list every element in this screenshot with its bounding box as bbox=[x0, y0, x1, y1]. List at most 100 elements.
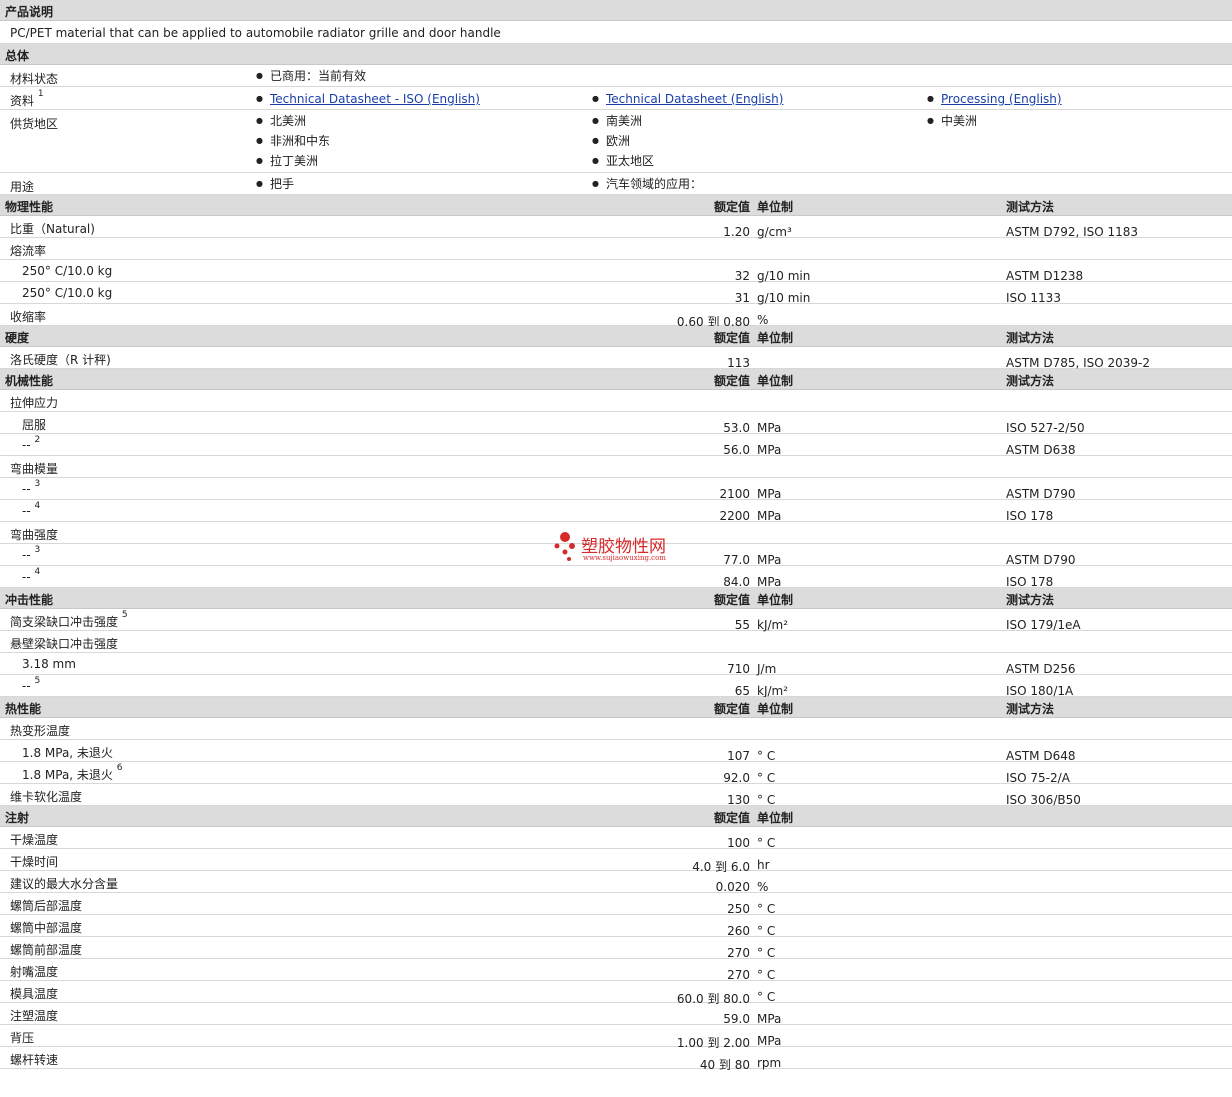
property-value: 113 bbox=[727, 356, 750, 370]
property-unit: ° C bbox=[757, 968, 776, 982]
header-method: 测试方法 bbox=[1006, 200, 1055, 214]
property-row: -- 4 84.0 MPa ISO 178 bbox=[0, 566, 1232, 589]
property-name: 模具温度 bbox=[10, 987, 59, 1001]
property-row: 干燥温度 100 ° C bbox=[0, 827, 1232, 850]
property-unit: % bbox=[757, 313, 769, 327]
documents-label: 资料 1 bbox=[10, 89, 44, 108]
property-unit: kJ/m² bbox=[757, 618, 789, 632]
property-unit: ° C bbox=[757, 771, 776, 785]
header-unit: 单位制 bbox=[757, 374, 794, 388]
property-row: 螺筒前部温度 270 ° C bbox=[0, 937, 1232, 960]
property-row: 洛氏硬度（R 计秤) 113 ASTM D785, ISO 2039-2 bbox=[0, 347, 1232, 370]
property-name: 维卡软化温度 bbox=[10, 790, 83, 804]
header-value: 额定值 bbox=[713, 811, 750, 825]
property-method: ISO 178 bbox=[1006, 575, 1054, 589]
property-row: 射嘴温度 270 ° C bbox=[0, 959, 1232, 982]
supply-region-label: 供货地区 bbox=[10, 117, 59, 131]
property-unit: g/cm³ bbox=[757, 225, 792, 239]
property-method: ASTM D785, ISO 2039-2 bbox=[1006, 356, 1151, 370]
doc-link-datasheet[interactable]: Technical Datasheet (English) bbox=[606, 92, 783, 106]
property-row: 熔流率 bbox=[0, 238, 1232, 260]
property-name: -- 4 bbox=[22, 567, 41, 584]
property-unit: MPa bbox=[757, 487, 782, 501]
material-status-row: 材料状态 已商用：当前有效 bbox=[0, 65, 1232, 87]
property-method: ASTM D1238 bbox=[1006, 269, 1084, 283]
property-row: 模具温度 60.0 到 80.0 ° C bbox=[0, 981, 1232, 1006]
section-title: 热性能 bbox=[5, 702, 42, 716]
watermark-logo: 塑胶物性网 www.sujiaowuxing.com bbox=[553, 532, 683, 564]
property-name: 干燥温度 bbox=[10, 833, 59, 847]
property-value: 270 bbox=[727, 946, 750, 960]
property-unit: MPa bbox=[757, 1012, 782, 1026]
doc-link-iso-datasheet[interactable]: Technical Datasheet - ISO (English) bbox=[270, 92, 480, 106]
property-row: 1.8 MPa, 未退火 6 92.0 ° C ISO 75-2/A bbox=[0, 762, 1232, 785]
property-name: 螺筒后部温度 bbox=[10, 899, 83, 913]
property-name: 热变形温度 bbox=[10, 724, 71, 738]
property-method: ASTM D638 bbox=[1006, 443, 1076, 457]
property-unit: MPa bbox=[757, 421, 782, 435]
watermark-url: www.sujiaowuxing.com bbox=[583, 554, 666, 562]
region-item: 拉丁美洲 bbox=[256, 151, 330, 171]
property-unit: MPa bbox=[757, 575, 782, 589]
property-method: ASTM D792, ISO 1183 bbox=[1006, 225, 1139, 239]
region-item: 中美洲 bbox=[927, 111, 977, 131]
watermark-dots-icon bbox=[554, 532, 575, 561]
property-value: 710 bbox=[727, 662, 750, 676]
property-value: 0.020 bbox=[715, 880, 750, 894]
section-title: 硬度 bbox=[5, 331, 30, 345]
usage-item: 把手 bbox=[256, 174, 294, 194]
property-row: 比重（Natural) 1.20 g/cm³ ASTM D792, ISO 1183 bbox=[0, 216, 1232, 239]
property-unit: MPa bbox=[757, 1034, 782, 1048]
property-unit: ° C bbox=[757, 946, 776, 960]
property-name: 干燥时间 bbox=[10, 855, 59, 869]
documents-row: 资料 1 Technical Datasheet - ISO (English)… bbox=[0, 87, 1232, 110]
property-method: ISO 179/1eA bbox=[1006, 618, 1081, 632]
section-title: 注射 bbox=[5, 811, 30, 825]
material-status-value: 已商用：当前有效 bbox=[256, 66, 366, 86]
section-title: 物理性能 bbox=[5, 200, 54, 214]
property-value: 1.20 bbox=[723, 225, 750, 239]
usage-row: 用途 把手 汽车领域的应用： bbox=[0, 173, 1232, 195]
property-row: 屈服 53.0 MPa ISO 527-2/50 bbox=[0, 412, 1232, 435]
section-header-mechanical: 机械性能 额定值 单位制 测试方法 bbox=[0, 369, 1232, 390]
property-row: 螺筒后部温度 250 ° C bbox=[0, 893, 1232, 916]
property-row: 收缩率 0.60 到 0.80% bbox=[0, 304, 1232, 329]
region-item: 亚太地区 bbox=[592, 151, 654, 171]
header-unit: 单位制 bbox=[757, 200, 794, 214]
property-method: ISO 1133 bbox=[1006, 291, 1061, 305]
property-unit: ° C bbox=[757, 902, 776, 916]
property-value: 56.0 bbox=[723, 443, 750, 457]
property-row: -- 2 56.0 MPa ASTM D638 bbox=[0, 434, 1232, 457]
section-title: 冲击性能 bbox=[5, 593, 54, 607]
property-row: 3.18 mm 710 J/m ASTM D256 bbox=[0, 653, 1232, 676]
property-row: 热变形温度 bbox=[0, 718, 1232, 740]
property-row: 维卡软化温度 130 ° C ISO 306/B50 bbox=[0, 784, 1232, 807]
property-value: 32 bbox=[734, 269, 750, 283]
doc-link-processing[interactable]: Processing (English) bbox=[941, 92, 1062, 106]
property-row: 弯曲模量 bbox=[0, 456, 1232, 478]
property-name: 熔流率 bbox=[10, 244, 47, 258]
property-value: 250 bbox=[727, 902, 750, 916]
header-unit: 单位制 bbox=[757, 702, 794, 716]
property-name: 背压 bbox=[10, 1031, 35, 1045]
property-value: 31 bbox=[734, 291, 750, 305]
property-unit: % bbox=[757, 880, 769, 894]
header-unit: 单位制 bbox=[757, 811, 794, 825]
header-method: 测试方法 bbox=[1006, 702, 1055, 716]
description-row: PC/PET material that can be applied to a… bbox=[0, 21, 1232, 44]
property-unit: hr bbox=[757, 858, 770, 872]
property-name: 射嘴温度 bbox=[10, 965, 59, 979]
property-unit: rpm bbox=[757, 1056, 782, 1070]
material-status-label: 材料状态 bbox=[10, 72, 59, 86]
section-header-thermal: 热性能 额定值 单位制 测试方法 bbox=[0, 697, 1232, 718]
property-unit: ° C bbox=[757, 749, 776, 763]
property-value: 65 bbox=[734, 684, 750, 698]
property-name: 注塑温度 bbox=[10, 1009, 59, 1023]
header-value: 额定值 bbox=[713, 200, 750, 214]
property-value: 59.0 bbox=[723, 1012, 750, 1026]
region-item: 欧洲 bbox=[592, 131, 654, 151]
supply-region-row: 供货地区 北美洲 非洲和中东 拉丁美洲 南美洲 欧洲 亚太地区 中美洲 bbox=[0, 110, 1232, 173]
property-name: 螺筒前部温度 bbox=[10, 943, 83, 957]
property-value: 84.0 bbox=[723, 575, 750, 589]
property-name: 拉伸应力 bbox=[10, 396, 59, 410]
